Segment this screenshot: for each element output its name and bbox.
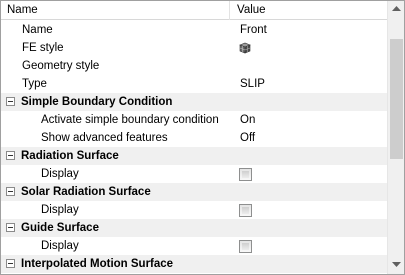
property-row-type[interactable]: Type SLIP — [1, 75, 387, 93]
property-rows: Name Front FE style Geometry style Type … — [1, 21, 387, 273]
chevron-down-icon — [392, 262, 401, 267]
display-checkbox[interactable] — [239, 168, 252, 181]
category-radiation-surface[interactable]: Radiation Surface — [1, 147, 387, 165]
property-row-activate-simple-bc[interactable]: Activate simple boundary condition On — [1, 111, 387, 129]
category-interpolated-motion-surface[interactable]: Interpolated Motion Surface — [1, 255, 387, 273]
property-grid: Name Value Name Front FE style Geometry … — [0, 0, 405, 275]
collapse-icon[interactable] — [6, 151, 15, 160]
chevron-up-icon — [392, 6, 401, 11]
collapse-icon[interactable] — [6, 223, 15, 232]
collapse-icon[interactable] — [6, 259, 15, 268]
category-solar-radiation-surface[interactable]: Solar Radiation Surface — [1, 183, 387, 201]
category-label: Simple Boundary Condition — [21, 96, 173, 108]
property-label: Display — [41, 168, 79, 180]
property-row-name[interactable]: Name Front — [1, 21, 387, 39]
property-row-show-advanced[interactable]: Show advanced features Off — [1, 129, 387, 147]
property-row-radiation-display[interactable]: Display — [1, 165, 387, 183]
property-label: Display — [41, 240, 79, 252]
property-row-fe-style[interactable]: FE style — [1, 39, 387, 57]
property-label: Display — [41, 204, 79, 216]
property-label: Activate simple boundary condition — [41, 114, 219, 126]
fe-style-icon[interactable] — [239, 42, 251, 54]
header-name[interactable]: Name — [7, 4, 38, 16]
category-label: Guide Surface — [21, 222, 99, 234]
scroll-up-button[interactable] — [388, 1, 404, 18]
property-value[interactable]: Off — [240, 129, 255, 147]
category-simple-boundary-condition[interactable]: Simple Boundary Condition — [1, 93, 387, 111]
property-value[interactable]: On — [240, 111, 255, 129]
property-label: Name — [22, 24, 53, 36]
category-label: Solar Radiation Surface — [21, 186, 151, 198]
property-label: Geometry style — [22, 60, 100, 72]
property-label: Show advanced features — [41, 132, 168, 144]
property-row-solar-display[interactable]: Display — [1, 201, 387, 219]
scroll-down-button[interactable] — [388, 257, 404, 274]
property-value[interactable]: Front — [240, 21, 267, 39]
scroll-thumb[interactable] — [390, 39, 403, 159]
collapse-icon[interactable] — [6, 187, 15, 196]
display-checkbox[interactable] — [239, 240, 252, 253]
header-divider[interactable] — [229, 1, 230, 20]
property-row-guide-display[interactable]: Display — [1, 237, 387, 255]
property-row-geometry-style[interactable]: Geometry style — [1, 57, 387, 75]
header-value[interactable]: Value — [237, 4, 266, 16]
property-label: FE style — [22, 42, 64, 54]
collapse-icon[interactable] — [6, 97, 15, 106]
vertical-scrollbar[interactable] — [387, 1, 404, 274]
category-label: Interpolated Motion Surface — [21, 258, 174, 270]
grid-header: Name Value — [1, 1, 387, 20]
property-value[interactable]: SLIP — [240, 75, 265, 93]
display-checkbox[interactable] — [239, 204, 252, 217]
property-label: Type — [22, 78, 47, 90]
category-label: Radiation Surface — [21, 150, 119, 162]
category-guide-surface[interactable]: Guide Surface — [1, 219, 387, 237]
